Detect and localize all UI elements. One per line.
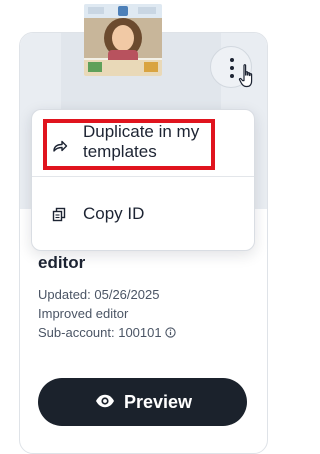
more-dot-icon (230, 58, 234, 62)
copy-id-label: Copy ID (83, 204, 145, 223)
template-description: Improved editor (38, 306, 129, 321)
copy-icon (52, 207, 66, 227)
options-menu: Duplicate in my templates Copy ID (31, 109, 255, 251)
preview-button[interactable]: Preview (38, 378, 247, 426)
template-title: editor (38, 253, 86, 272)
menu-divider (32, 176, 254, 177)
updated-date: Updated: 05/26/2025 (38, 287, 160, 302)
info-icon[interactable] (164, 326, 176, 342)
copy-id-menu-item[interactable]: Copy ID (32, 190, 254, 238)
eye-icon (95, 394, 115, 413)
subaccount-info: Sub-account: 100101 (38, 325, 176, 342)
preview-label: Preview (124, 392, 193, 412)
highlight-box (43, 119, 215, 170)
duplicate-menu-item[interactable]: Duplicate in my templates (32, 113, 254, 175)
subaccount-label: Sub-account: 100101 (38, 325, 162, 340)
more-dot-icon (230, 74, 234, 78)
template-preview-image (84, 4, 162, 76)
more-dot-icon (230, 66, 234, 70)
hand-cursor-icon (238, 63, 258, 89)
